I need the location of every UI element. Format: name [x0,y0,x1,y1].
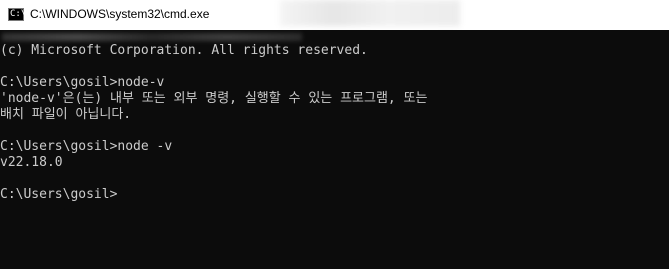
console-output[interactable]: (c) Microsoft Corporation. All rights re… [0,30,669,269]
blurred-console-line [2,33,302,41]
console-line: 'node-v'은(는) 내부 또는 외부 명령, 실행할 수 있는 프로그램,… [0,91,428,106]
console-line: C:\Users\gosil>node-v [0,75,165,90]
cmd-icon: C:\ [8,8,27,21]
console-line: (c) Microsoft Corporation. All rights re… [0,43,368,58]
console-line: v22.18.0 [0,155,63,170]
blurred-title-region [280,0,460,26]
window-title: C:\WINDOWS\system32\cmd.exe [30,7,210,21]
cmd-icon-glyph: C:\ [10,9,27,19]
title-bar[interactable]: C:\ C:\WINDOWS\system32\cmd.exe [0,0,669,30]
console-prompt: C:\Users\gosil> [0,187,118,202]
console-line: 배치 파일이 아닙니다. [0,107,132,122]
console-line: C:\Users\gosil>node -v [0,139,173,154]
